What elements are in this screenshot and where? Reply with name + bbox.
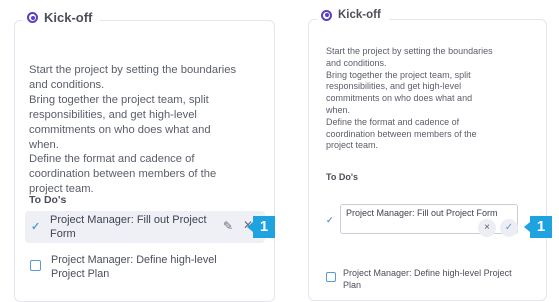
todo-checkbox[interactable] <box>326 272 336 282</box>
kickoff-card-editing: Kick-off Start the project by setting th… <box>308 9 547 301</box>
todos-label: To Do's <box>326 172 358 182</box>
check-icon[interactable]: ✓ <box>326 215 334 226</box>
todo-item-checked[interactable]: ✓ Project Manager: Fill out Project Form… <box>25 211 265 243</box>
card-header: Kick-off <box>23 10 101 25</box>
todo-item-text: Project Manager: Fill out Project Form <box>50 214 207 240</box>
card-description: Start the project by setting the boundar… <box>29 64 237 196</box>
check-icon[interactable]: ✓ <box>31 220 40 233</box>
todo-item-text: Project Manager: Define high-level Proje… <box>343 268 512 290</box>
step-callout-badge: 1 <box>524 216 552 238</box>
todo-item-text: Project Manager: Define high-level Proje… <box>51 254 217 280</box>
status-radio-icon[interactable] <box>27 12 38 23</box>
cancel-edit-button[interactable]: × <box>478 219 496 237</box>
card-description: Start the project by setting the boundar… <box>326 46 493 151</box>
todo-checkbox[interactable] <box>30 260 41 271</box>
status-radio-icon[interactable] <box>321 9 332 21</box>
pencil-icon[interactable]: ✎ <box>223 219 233 233</box>
todos-label: To Do's <box>29 194 67 206</box>
card-title: Kick-off <box>338 9 381 21</box>
kickoff-card-view: Kick-off Start the project by setting th… <box>14 10 275 302</box>
card-header: Kick-off <box>317 9 389 21</box>
confirm-edit-button[interactable]: ✓ <box>500 219 518 237</box>
card-title: Kick-off <box>44 10 93 25</box>
step-callout-badge: 1 <box>247 216 275 238</box>
